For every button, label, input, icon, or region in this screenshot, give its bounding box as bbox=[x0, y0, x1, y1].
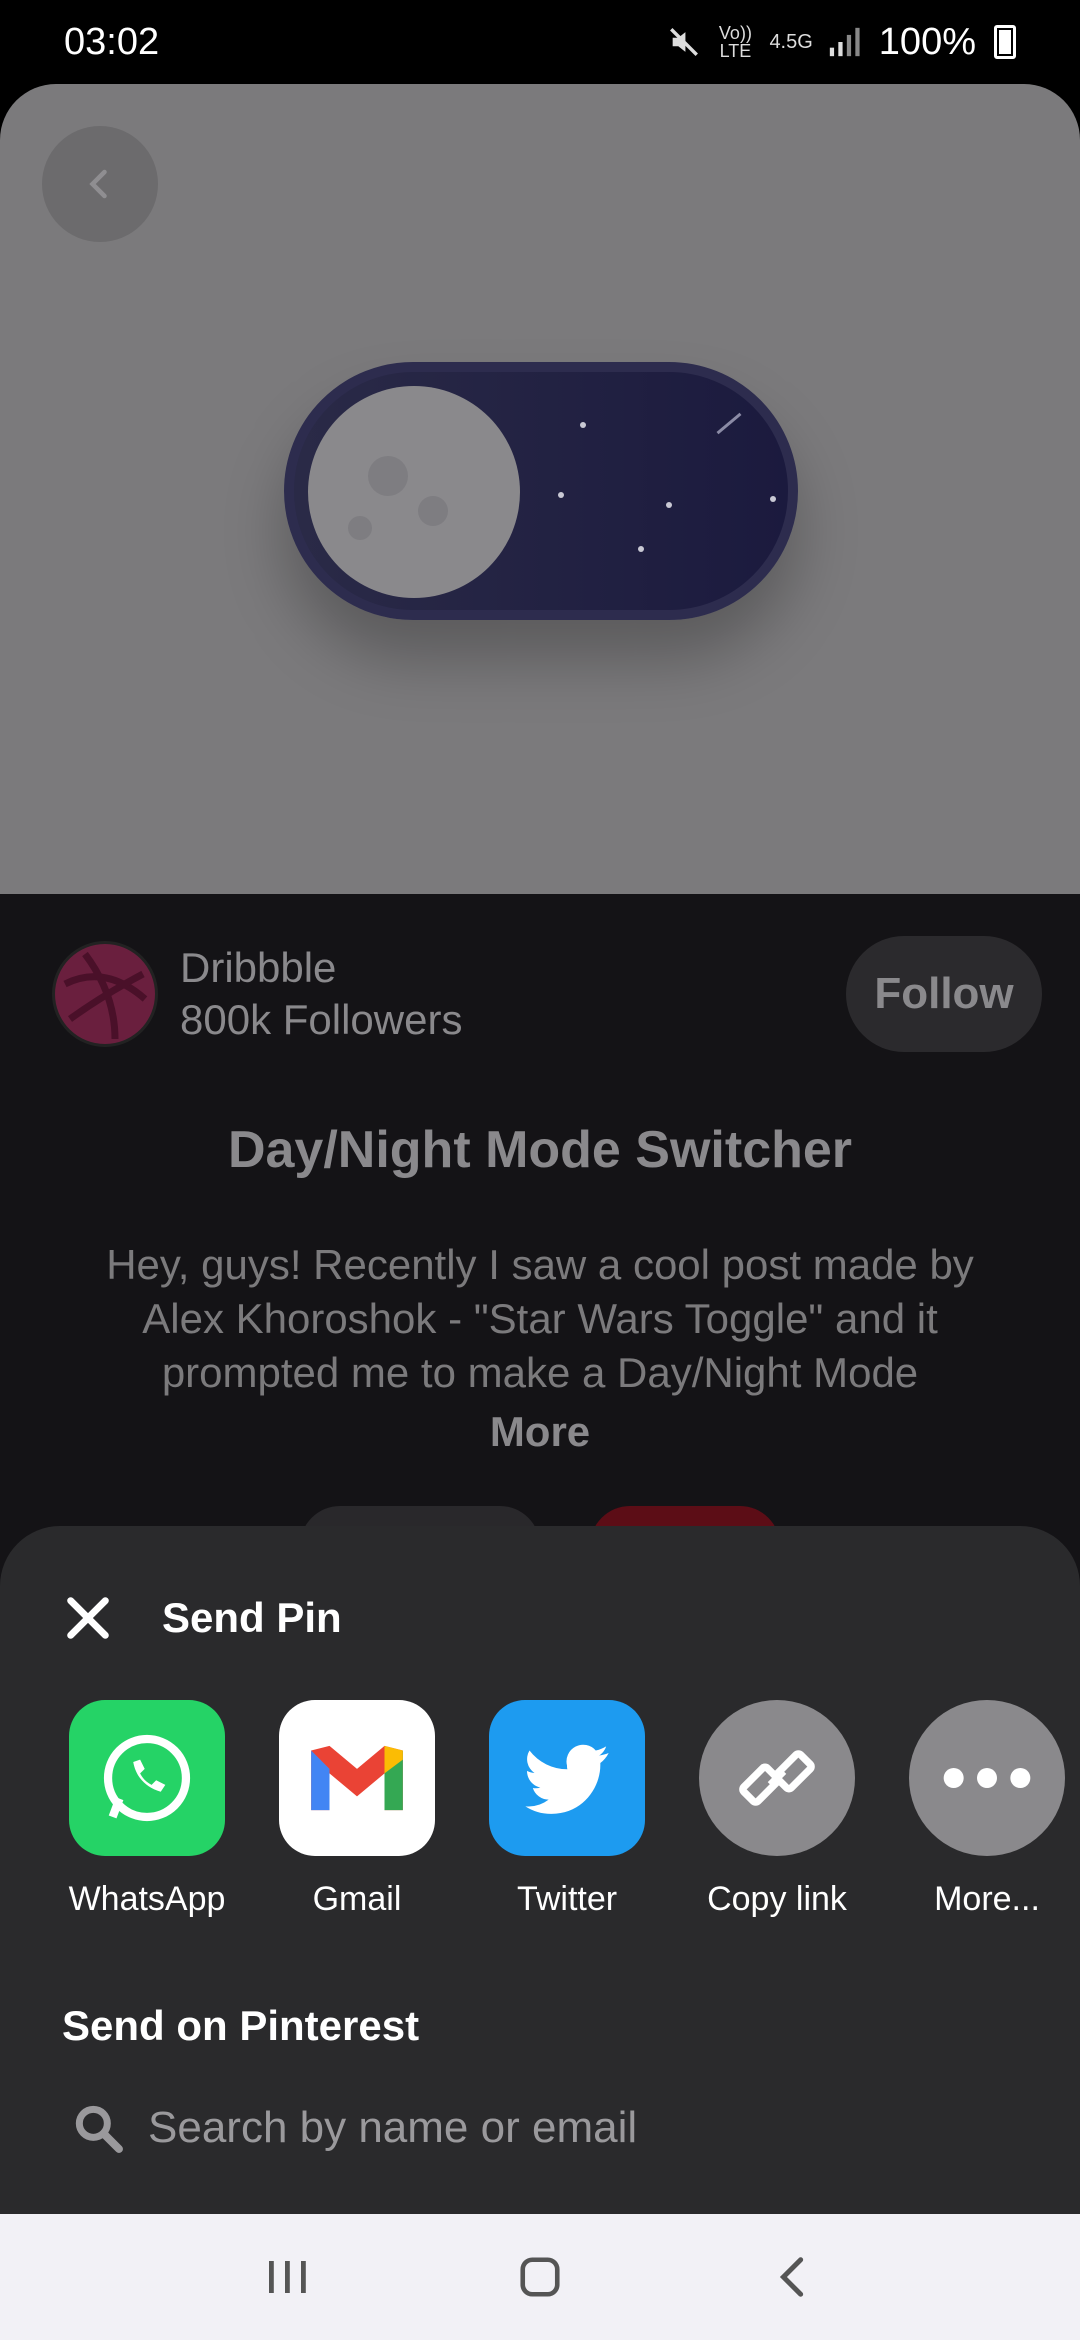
creator-name[interactable]: Dribbble bbox=[180, 944, 462, 992]
battery-icon bbox=[994, 25, 1016, 59]
signal-icon bbox=[829, 27, 860, 57]
dribbble-logo-icon bbox=[63, 951, 148, 1040]
avatar[interactable] bbox=[52, 941, 158, 1047]
recent-apps-button[interactable] bbox=[247, 2237, 327, 2317]
status-icons: Vo)) LTE 4.5G bbox=[667, 24, 860, 60]
creator-info: Dribbble 800k Followers bbox=[180, 944, 462, 1044]
follow-button[interactable]: Follow bbox=[846, 936, 1042, 1052]
share-app-more[interactable]: More... bbox=[902, 1700, 1072, 1919]
back-icon bbox=[780, 2257, 804, 2297]
pin-image[interactable] bbox=[0, 84, 1080, 894]
send-on-pinterest-title: Send on Pinterest bbox=[62, 2002, 420, 2049]
chevron-left-icon bbox=[89, 169, 107, 199]
share-app-label: Twitter bbox=[516, 1880, 618, 1918]
toggle-illustration bbox=[284, 362, 798, 620]
share-app-whatsapp[interactable]: WhatsApp bbox=[62, 1700, 232, 1919]
mute-icon bbox=[670, 28, 699, 56]
share-app-label: Copy link bbox=[707, 1880, 847, 1918]
share-sheet: Send Pin WhatsApp Gmail Twitter Copy lin… bbox=[0, 1526, 1080, 2214]
back-button[interactable] bbox=[42, 126, 158, 242]
share-sheet-header: Send Pin bbox=[62, 1592, 342, 1644]
creator-row[interactable]: Dribbble 800k Followers Follow bbox=[52, 934, 1042, 1054]
creator-followers: 800k Followers bbox=[180, 996, 463, 1043]
share-app-twitter[interactable]: Twitter bbox=[482, 1700, 652, 1919]
share-app-gmail[interactable]: Gmail bbox=[272, 1700, 442, 1919]
home-icon bbox=[520, 2257, 560, 2297]
search-input[interactable] bbox=[148, 2103, 948, 2153]
whatsapp-icon bbox=[69, 1700, 225, 1856]
more-link[interactable]: More bbox=[0, 1408, 1080, 1456]
share-app-label: WhatsApp bbox=[68, 1880, 226, 1918]
share-sheet-title: Send Pin bbox=[162, 1594, 342, 1641]
status-bar: 03:02 Vo)) LTE 4.5G 100% bbox=[0, 0, 1080, 84]
navigation-bar bbox=[0, 2214, 1080, 2340]
link-icon bbox=[699, 1700, 855, 1856]
recent-apps-icon bbox=[268, 2261, 306, 2293]
share-app-copy-link[interactable]: Copy link bbox=[692, 1700, 862, 1919]
share-apps-row: WhatsApp Gmail Twitter Copy link More... bbox=[0, 1700, 1080, 1930]
home-button[interactable] bbox=[500, 2237, 580, 2317]
gmail-icon bbox=[279, 1700, 435, 1856]
moon-illustration bbox=[308, 386, 520, 598]
share-app-label: Gmail bbox=[312, 1880, 402, 1918]
back-nav-button[interactable] bbox=[753, 2237, 833, 2317]
share-app-label: More... bbox=[934, 1880, 1040, 1918]
status-indicators: Vo)) LTE 4.5G 100% bbox=[667, 21, 1016, 64]
twitter-icon bbox=[489, 1700, 645, 1856]
close-icon[interactable] bbox=[62, 1592, 114, 1644]
volte-label: Vo)) LTE bbox=[718, 23, 752, 61]
network-type-label: 4.5G bbox=[769, 30, 813, 53]
search-icon bbox=[75, 2105, 123, 2153]
battery-percent: 100% bbox=[878, 20, 976, 63]
more-icon bbox=[909, 1700, 1065, 1856]
pin-description: Hey, guys! Recently I saw a cool post ma… bbox=[106, 1241, 974, 1396]
pin-title: Day/Night Mode Switcher bbox=[227, 1121, 853, 1179]
search-row bbox=[70, 2100, 948, 2156]
status-time: 03:02 bbox=[64, 20, 160, 63]
